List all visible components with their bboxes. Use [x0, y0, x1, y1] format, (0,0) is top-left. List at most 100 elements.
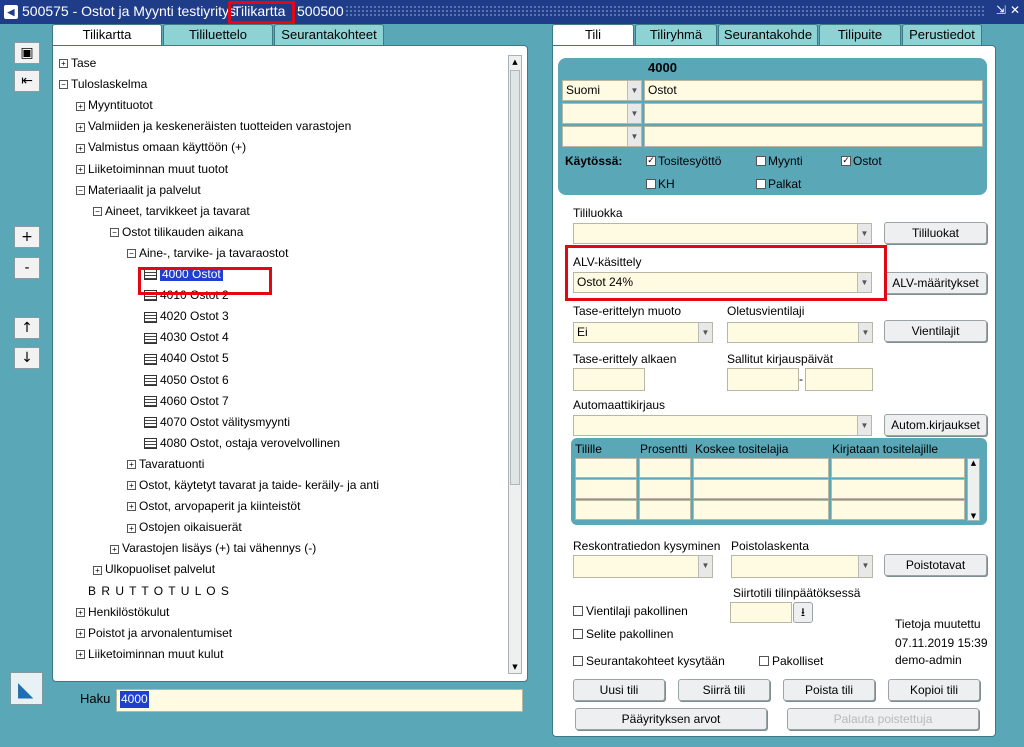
- tab-perustiedot[interactable]: Perustiedot: [902, 24, 982, 45]
- tree-group-item[interactable]: − Ostot tilikauden aikana: [110, 223, 243, 241]
- grid-cell[interactable]: [831, 479, 965, 499]
- chevron-down-icon[interactable]: ▼: [857, 224, 871, 243]
- expand-icon[interactable]: +: [127, 523, 136, 533]
- grid-cell[interactable]: [639, 458, 691, 478]
- scroll-up-arrow[interactable]: ▲: [509, 56, 521, 68]
- restore-icon[interactable]: ⇲: [996, 3, 1006, 17]
- palkat-checkbox[interactable]: [756, 179, 766, 189]
- account-name-input-3[interactable]: [644, 126, 983, 147]
- grid-cell[interactable]: [639, 479, 691, 499]
- tree-group-item[interactable]: + Valmiiden ja keskeneräisten tuotteiden …: [76, 117, 351, 135]
- grid-cell[interactable]: [693, 500, 829, 520]
- language-select-2[interactable]: ▼: [562, 103, 642, 124]
- expand-icon[interactable]: +: [76, 143, 85, 153]
- collapse-icon[interactable]: −: [110, 228, 119, 238]
- tree-group-item[interactable]: + Ostot, arvopaperit ja kiinteistöt: [127, 497, 300, 515]
- siirtotili-download-button[interactable]: ⭳: [793, 602, 813, 623]
- language-select[interactable]: Suomi ▼: [562, 80, 642, 101]
- myynti-checkbox[interactable]: [756, 156, 766, 166]
- expand-icon[interactable]: +: [76, 650, 85, 660]
- search-input[interactable]: 4000: [116, 689, 523, 712]
- grid-cell[interactable]: [639, 500, 691, 520]
- expand-icon[interactable]: +: [76, 122, 85, 132]
- uusi-tili-button[interactable]: Uusi tili: [573, 679, 665, 701]
- tree-group-item[interactable]: + Varastojen lisäys (+) tai vähennys (-): [110, 539, 316, 557]
- collapse-icon[interactable]: −: [127, 249, 136, 259]
- tree-group-item[interactable]: + Poistot ja arvonalentumiset: [76, 624, 232, 642]
- sallitut-to-input[interactable]: [805, 368, 873, 391]
- tree-group-item[interactable]: + Ostot, käytetyt tavarat ja taide- keräi…: [127, 476, 379, 494]
- move-down-button[interactable]: ↓: [14, 347, 40, 369]
- tree-account-item[interactable]: 4020 Ostot 3: [144, 307, 229, 325]
- collapse-button[interactable]: -: [14, 257, 40, 279]
- grid-cell[interactable]: [693, 458, 829, 478]
- account-name-input-2[interactable]: [644, 103, 983, 124]
- grid-cell[interactable]: [693, 479, 829, 499]
- grid-cell[interactable]: [831, 458, 965, 478]
- tililuokat-button[interactable]: Tililuokat: [884, 222, 987, 244]
- tase-alkaen-input[interactable]: [573, 368, 645, 391]
- tositesyotto-checkbox[interactable]: ✓: [646, 156, 656, 166]
- chevron-down-icon[interactable]: ▼: [627, 127, 641, 146]
- poista-tili-button[interactable]: Poista tili: [783, 679, 875, 701]
- chevron-down-icon[interactable]: ▼: [698, 556, 712, 577]
- scroll-down-arrow[interactable]: ▼: [968, 512, 979, 520]
- scroll-up-arrow[interactable]: ▲: [968, 459, 979, 467]
- sallitut-from-input[interactable]: [727, 368, 799, 391]
- ostot-checkbox[interactable]: ✓: [841, 156, 851, 166]
- tree-scrollbar[interactable]: ▲ ▼: [508, 55, 522, 674]
- tab-seurantakohde[interactable]: Seurantakohde: [718, 24, 818, 45]
- expand-icon[interactable]: +: [76, 164, 85, 174]
- automaattikirjaus-select[interactable]: ▼: [573, 415, 872, 436]
- alv-maaritykset-button[interactable]: ALV-määritykset: [884, 272, 987, 294]
- scroll-down-arrow[interactable]: ▼: [509, 661, 521, 673]
- move-up-button[interactable]: ↑: [14, 317, 40, 339]
- tree-group-item[interactable]: + Myyntituotot: [76, 96, 153, 114]
- vientilajit-button[interactable]: Vientilajit: [884, 320, 987, 342]
- tree-group-item[interactable]: − Aine-, tarvike- ja tavaraostot: [127, 244, 288, 262]
- grid-cell[interactable]: [575, 500, 637, 520]
- tab-tilipuite[interactable]: Tilipuite: [819, 24, 901, 45]
- tab-tiliryhma[interactable]: Tiliryhmä: [635, 24, 717, 45]
- expand-icon[interactable]: +: [127, 481, 136, 491]
- tab-tilikartta[interactable]: Tilikartta: [52, 24, 162, 45]
- account-name-input[interactable]: Ostot: [644, 80, 983, 101]
- collapse-icon[interactable]: −: [59, 80, 68, 90]
- chevron-down-icon[interactable]: ▼: [627, 81, 641, 100]
- seurantakohteet-checkbox[interactable]: [573, 656, 583, 666]
- tree-group-item[interactable]: + Liiketoiminnan muut tuotot: [76, 160, 228, 178]
- collapse-icon[interactable]: −: [76, 185, 85, 195]
- save-button[interactable]: ▣: [14, 42, 40, 64]
- selite-pakollinen-checkbox[interactable]: [573, 629, 583, 639]
- expand-icon[interactable]: +: [76, 101, 85, 111]
- tase-muoto-select[interactable]: Ei ▼: [573, 322, 713, 343]
- siirtotili-input[interactable]: [730, 602, 792, 623]
- expand-icon[interactable]: +: [76, 629, 85, 639]
- tree-group-item[interactable]: B R U T T O T U L O S: [88, 582, 230, 600]
- poistotavat-button[interactable]: Poistotavat: [884, 554, 987, 576]
- kh-checkbox[interactable]: [646, 179, 656, 189]
- collapse-icon[interactable]: −: [93, 207, 102, 217]
- grid-scrollbar[interactable]: ▲ ▼: [967, 458, 980, 521]
- tree-account-item[interactable]: 4060 Ostot 7: [144, 392, 229, 410]
- expand-icon[interactable]: +: [127, 502, 136, 512]
- tree-group-item[interactable]: + Henkilöstökulut: [76, 603, 169, 621]
- expand-icon[interactable]: +: [110, 544, 119, 554]
- kopioi-tili-button[interactable]: Kopioi tili: [888, 679, 980, 701]
- autom-kirjaukset-button[interactable]: Autom.kirjaukset: [884, 414, 987, 436]
- reskontra-select[interactable]: ▼: [573, 555, 713, 578]
- expand-icon[interactable]: +: [59, 59, 68, 69]
- chevron-down-icon[interactable]: ▼: [857, 416, 871, 435]
- chevron-down-icon[interactable]: ▼: [858, 323, 872, 342]
- tililuokka-select[interactable]: ▼: [573, 223, 872, 244]
- oletusvientilaji-select[interactable]: ▼: [727, 322, 873, 343]
- grid-cell[interactable]: [575, 458, 637, 478]
- tab-tili[interactable]: Tili: [552, 24, 634, 45]
- chevron-down-icon[interactable]: ▼: [698, 323, 712, 342]
- tree-group-item[interactable]: + Valmistus omaan käyttöön (+): [76, 138, 246, 156]
- close-icon[interactable]: ✕: [1010, 3, 1020, 17]
- expand-icon[interactable]: +: [76, 607, 85, 617]
- language-select-3[interactable]: ▼: [562, 126, 642, 147]
- expand-icon[interactable]: +: [93, 565, 102, 575]
- tree-group-item[interactable]: + Ulkopuoliset palvelut: [93, 560, 215, 578]
